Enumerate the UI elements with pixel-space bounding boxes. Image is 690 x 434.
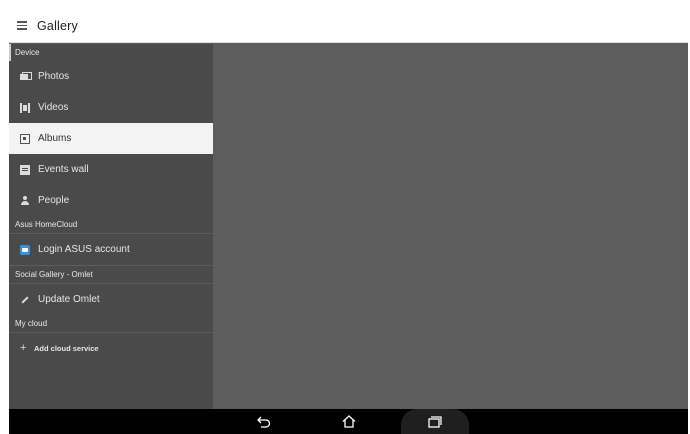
drawer-item-label: Videos (38, 102, 69, 113)
drawer-item-label: Events wall (38, 164, 89, 175)
people-icon (20, 195, 30, 206)
drawer-item-videos[interactable]: Videos (9, 92, 213, 123)
back-button[interactable] (244, 409, 284, 434)
drawer-item-add-cloud-service[interactable]: + Add cloud service (9, 333, 213, 363)
drawer-item-albums[interactable]: Albums (9, 123, 213, 154)
asus-cloud-icon (20, 244, 30, 255)
back-icon (257, 416, 271, 428)
drawer-item-photos[interactable]: Photos (9, 61, 213, 92)
section-header-asus-homecloud: Asus HomeCloud (15, 220, 78, 229)
app-bar: Gallery (9, 9, 688, 43)
plus-icon: + (20, 342, 27, 354)
section-header-device: Device (9, 44, 213, 61)
drawer-item-label: Photos (38, 71, 70, 82)
events-wall-icon (20, 164, 30, 175)
recent-apps-icon (428, 415, 442, 428)
section-header-my-cloud: My cloud (15, 319, 48, 328)
drawer-item-label: Login ASUS account (38, 244, 130, 255)
tablet-screen: Gallery Device Photos Videos Albums Even… (9, 9, 688, 434)
system-navigation-bar (9, 409, 688, 434)
section-header-social-gallery: Social Gallery - Omlet (15, 270, 93, 279)
drawer-item-update-omlet[interactable]: Update Omlet (9, 284, 213, 315)
albums-icon (20, 133, 30, 144)
home-button[interactable] (329, 409, 369, 434)
navigation-drawer: Device Photos Videos Albums Events wall … (9, 44, 213, 409)
drawer-item-events-wall[interactable]: Events wall (9, 154, 213, 185)
home-icon (342, 415, 356, 428)
update-icon (20, 295, 30, 305)
drawer-item-label: Albums (38, 133, 72, 144)
recent-apps-button[interactable] (401, 409, 469, 434)
app-title: Gallery (37, 18, 78, 33)
photos-icon (20, 71, 32, 82)
drawer-item-label: Add cloud service (34, 343, 99, 353)
drawer-item-label: People (38, 195, 70, 206)
hamburger-menu-icon[interactable] (9, 9, 35, 43)
videos-icon (20, 102, 30, 113)
drawer-item-login-asus-account[interactable]: Login ASUS account (9, 234, 213, 265)
drawer-item-label: Update Omlet (38, 294, 100, 305)
drawer-item-people[interactable]: People (9, 185, 213, 216)
